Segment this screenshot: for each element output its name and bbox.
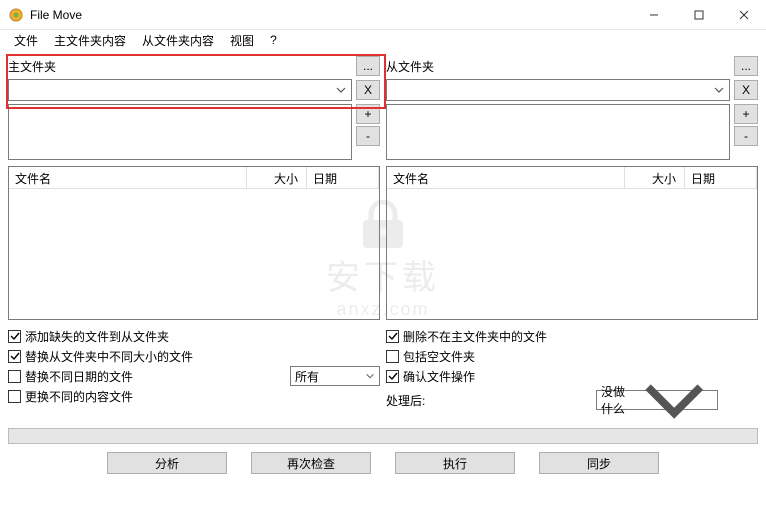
lbl-delete-not-in-master: 删除不在主文件夹中的文件 [403, 328, 547, 345]
lbl-include-empty: 包括空文件夹 [403, 348, 475, 365]
sync-button[interactable]: 同步 [539, 452, 659, 474]
slave-folder-list[interactable] [386, 104, 730, 160]
lbl-replace-diff-content: 更换不同的内容文件 [25, 388, 133, 405]
after-label: 处理后: [386, 392, 596, 409]
slave-browse-button[interactable]: ... [734, 56, 758, 76]
close-button[interactable] [721, 0, 766, 29]
col-name[interactable]: 文件名 [387, 167, 625, 188]
chk-add-missing[interactable] [8, 330, 21, 343]
master-add-button[interactable]: + [356, 104, 380, 124]
table-header: 文件名 大小 日期 [387, 167, 757, 189]
slave-folder-label: 从文件夹 [386, 58, 732, 75]
maximize-button[interactable] [676, 0, 721, 29]
master-browse-button[interactable]: ... [356, 56, 380, 76]
execute-button[interactable]: 执行 [395, 452, 515, 474]
menu-file[interactable]: 文件 [8, 32, 44, 49]
lbl-add-missing: 添加缺失的文件到从文件夹 [25, 328, 169, 345]
titlebar: File Move [0, 0, 766, 30]
chk-replace-diff-content[interactable] [8, 390, 21, 403]
chevron-down-icon [713, 84, 725, 96]
app-icon [8, 7, 24, 23]
right-options: 删除不在主文件夹中的文件 包括空文件夹 确认文件操作 处理后: 没做什么 [386, 326, 758, 410]
left-options: 添加缺失的文件到从文件夹 替换从文件夹中不同大小的文件 替换不同日期的文件 所有… [8, 326, 380, 410]
master-file-table[interactable]: 文件名 大小 日期 [8, 166, 380, 320]
chk-replace-diff-size[interactable] [8, 350, 21, 363]
lbl-replace-diff-size: 替换从文件夹中不同大小的文件 [25, 348, 193, 365]
col-size[interactable]: 大小 [625, 167, 685, 188]
lbl-confirm-ops: 确认文件操作 [403, 368, 475, 385]
slave-add-button[interactable]: + [734, 104, 758, 124]
slave-pane: 从文件夹 ... X + - 文件名 大小 日期 [386, 56, 758, 320]
analyze-button[interactable]: 分析 [107, 452, 227, 474]
master-folder-list[interactable] [8, 104, 352, 160]
col-date[interactable]: 日期 [685, 167, 757, 188]
chevron-down-icon [365, 371, 375, 381]
window-title: File Move [30, 8, 631, 22]
menu-slave-folder-content[interactable]: 从文件夹内容 [136, 32, 220, 49]
chk-delete-not-in-master[interactable] [386, 330, 399, 343]
col-name[interactable]: 文件名 [9, 167, 247, 188]
chk-confirm-ops[interactable] [386, 370, 399, 383]
slave-file-table[interactable]: 文件名 大小 日期 [386, 166, 758, 320]
master-folder-label: 主文件夹 [8, 58, 354, 75]
table-header: 文件名 大小 日期 [9, 167, 379, 189]
slave-clear-button[interactable]: X [734, 80, 758, 100]
slave-folder-combo[interactable] [386, 79, 730, 101]
col-size[interactable]: 大小 [247, 167, 307, 188]
chk-include-empty[interactable] [386, 350, 399, 363]
recheck-button[interactable]: 再次检查 [251, 452, 371, 474]
menu-help[interactable]: ? [264, 33, 283, 47]
chevron-down-icon [335, 84, 347, 96]
after-combo[interactable]: 没做什么 [596, 390, 718, 410]
action-buttons: 分析 再次检查 执行 同步 [8, 452, 758, 474]
col-date[interactable]: 日期 [307, 167, 379, 188]
date-mode-combo[interactable]: 所有 [290, 366, 380, 386]
chk-replace-diff-date[interactable] [8, 370, 21, 383]
master-folder-combo[interactable] [8, 79, 352, 101]
menubar: 文件 主文件夹内容 从文件夹内容 视图 ? [0, 30, 766, 50]
menu-main-folder-content[interactable]: 主文件夹内容 [48, 32, 132, 49]
window-controls [631, 0, 766, 29]
master-remove-button[interactable]: - [356, 126, 380, 146]
menu-view[interactable]: 视图 [224, 32, 260, 49]
lbl-replace-diff-date: 替换不同日期的文件 [25, 368, 286, 385]
master-clear-button[interactable]: X [356, 80, 380, 100]
chevron-down-icon [635, 361, 713, 439]
minimize-button[interactable] [631, 0, 676, 29]
master-pane: 主文件夹 ... X + - 文件名 大小 日期 [8, 56, 380, 320]
slave-remove-button[interactable]: - [734, 126, 758, 146]
